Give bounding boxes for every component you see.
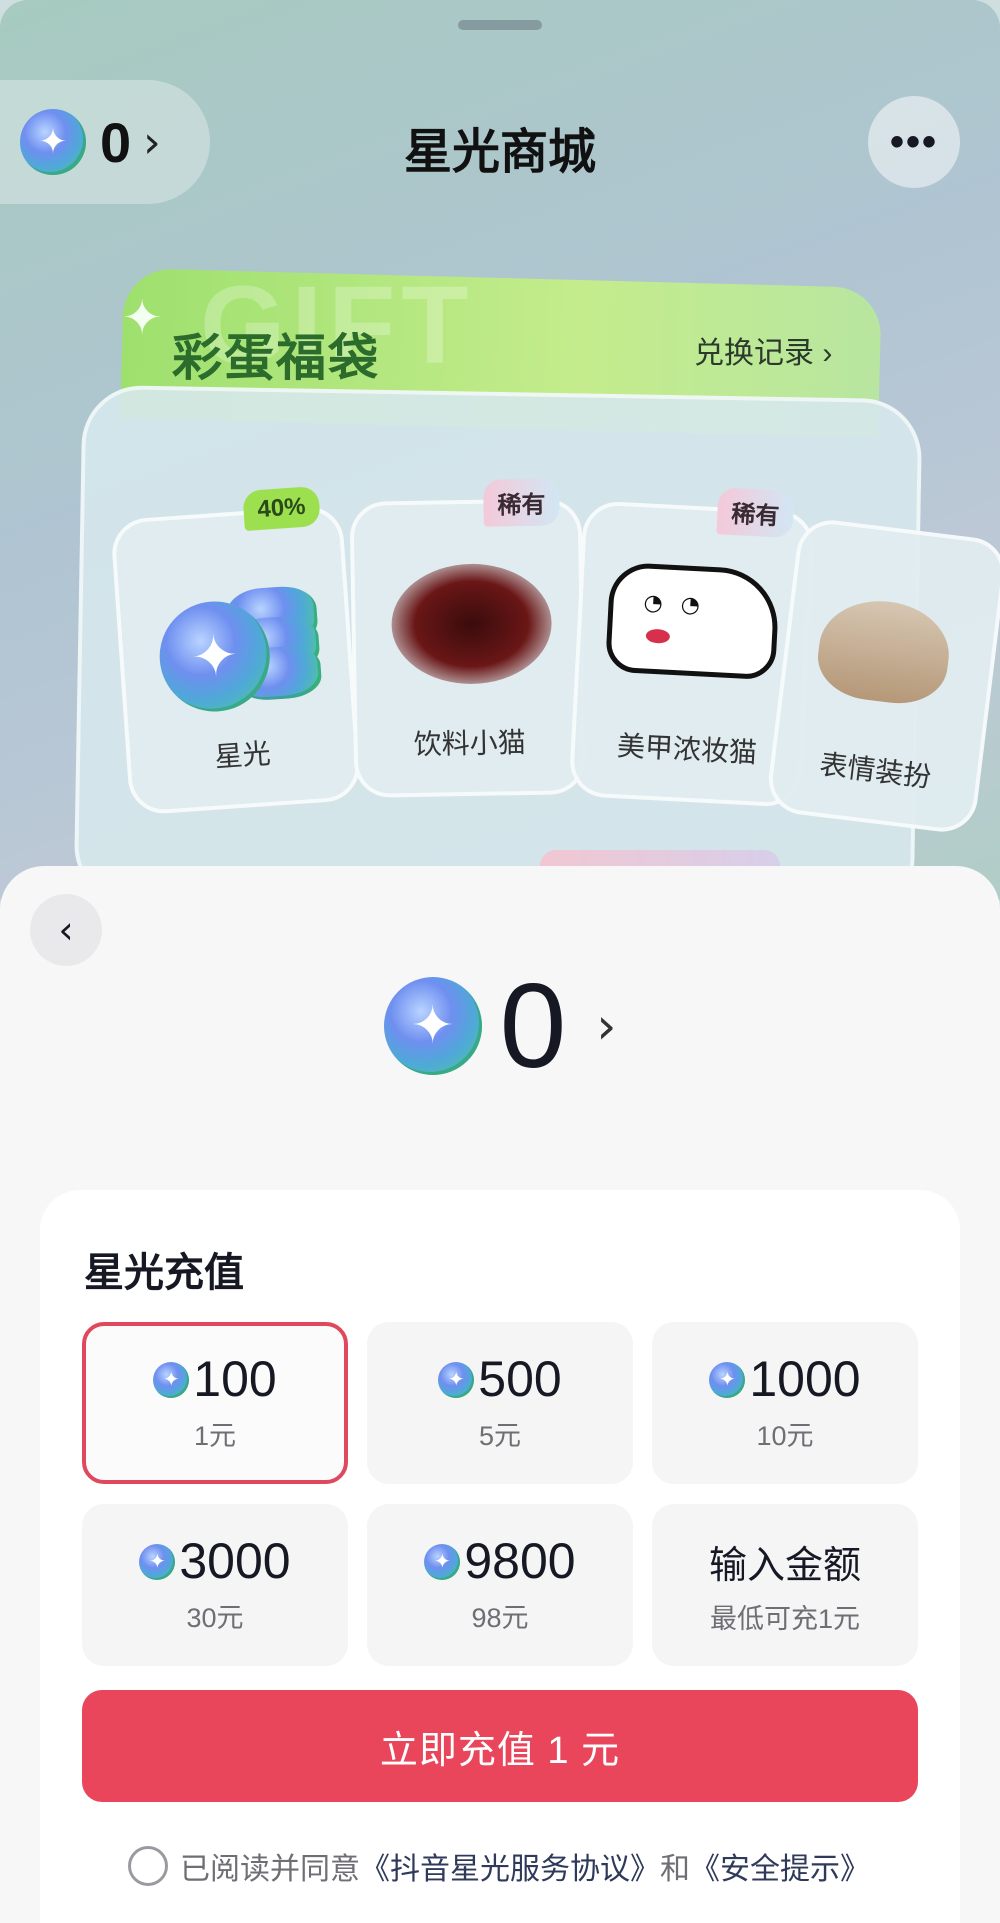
recharge-panel: 星光充值 ✦ 100 1元 ✦ 500 5元 ✦ 1000 10元 ✦ 3000 30元… bbox=[40, 1190, 960, 1923]
option-price: 30元 bbox=[186, 1602, 244, 1633]
recharge-option-3000[interactable]: ✦ 3000 30元 bbox=[82, 1504, 348, 1666]
gift-card-drink-cat[interactable]: 稀有 饮料小猫 bbox=[349, 478, 587, 799]
agreement-prefix: 已阅读并同意 bbox=[180, 1853, 360, 1886]
section-title: 星光充值 bbox=[84, 1251, 244, 1295]
recharge-option-100[interactable]: ✦ 100 1元 bbox=[82, 1322, 348, 1484]
option-price: 5元 bbox=[478, 1420, 522, 1451]
probability-badge: 40% bbox=[242, 485, 321, 532]
exchange-history-link[interactable]: 兑换记录 › bbox=[694, 328, 832, 372]
option-price: 10元 bbox=[756, 1420, 814, 1451]
star-coin-icon: ✦ bbox=[383, 977, 482, 1075]
more-options-button[interactable]: ••• bbox=[868, 96, 960, 188]
custom-amount-option[interactable]: 输入金额 最低可充1元 bbox=[652, 1504, 918, 1666]
option-amount: 9800 bbox=[464, 1533, 576, 1590]
nail-cat-image: ◔◔ bbox=[604, 561, 781, 681]
agreement-row: 已阅读并同意 《抖音星光服务协议》 和 《安全提示》 bbox=[128, 1844, 870, 1888]
star-balance-value: 0 bbox=[499, 959, 567, 1093]
service-agreement-link[interactable]: 《抖音星光服务协议》 bbox=[360, 1844, 660, 1888]
star-coin-icon: ✦ bbox=[709, 1361, 746, 1398]
star-store-page: ✦ 0 › 星光商城 ••• GIFT ✦ 彩蛋福袋 兑换记录 › 40% ✦ … bbox=[0, 0, 1000, 900]
chevron-right-icon: › bbox=[596, 997, 617, 1055]
gift-card-label: 表情装扮 bbox=[817, 748, 933, 793]
gift-card-starlight[interactable]: 40% ✦ 星光 bbox=[109, 485, 363, 816]
coin-stack-image: ✦ bbox=[155, 574, 324, 725]
option-amount: 1000 bbox=[749, 1351, 861, 1408]
option-amount: 500 bbox=[478, 1351, 562, 1408]
gift-card-sticker[interactable]: 表情装扮 bbox=[764, 516, 1000, 836]
sparkle-icon: ✦ bbox=[122, 290, 163, 346]
custom-amount-hint: 最低可充1元 bbox=[709, 1604, 861, 1634]
custom-amount-title: 输入金额 bbox=[708, 1545, 861, 1587]
gift-card-label: 美甲浓妆猫 bbox=[616, 730, 758, 769]
safety-tips-link[interactable]: 《安全提示》 bbox=[690, 1844, 870, 1888]
recharge-sheet: ‹ ✦ 0 › 星光充值 ✦ 100 1元 ✦ 500 5元 ✦ 1000 10元 ✦… bbox=[0, 866, 1000, 1923]
recharge-option-1000[interactable]: ✦ 1000 10元 bbox=[652, 1322, 918, 1484]
star-coin-icon: ✦ bbox=[139, 1543, 176, 1580]
option-amount: 3000 bbox=[179, 1533, 291, 1590]
agreement-middle: 和 bbox=[660, 1853, 690, 1886]
cat-sticker-image bbox=[813, 593, 955, 709]
recharge-now-button[interactable]: 立即充值 1 元 bbox=[82, 1690, 918, 1802]
gift-card-label: 星光 bbox=[213, 737, 272, 773]
recharge-option-9800[interactable]: ✦ 9800 98元 bbox=[367, 1504, 633, 1666]
rare-badge: 稀有 bbox=[716, 487, 795, 539]
agreement-checkbox[interactable] bbox=[128, 1846, 168, 1886]
star-coin-icon: ✦ bbox=[424, 1543, 461, 1580]
star-coin-icon: ✦ bbox=[153, 1361, 190, 1398]
gift-title: 彩蛋福袋 bbox=[172, 330, 380, 386]
sheet-grabber[interactable] bbox=[458, 20, 542, 30]
drink-cat-image bbox=[390, 562, 553, 686]
star-balance-display[interactable]: ✦ 0 › bbox=[0, 966, 1000, 1086]
gift-card-label: 饮料小猫 bbox=[413, 727, 526, 760]
star-coin-icon: ✦ bbox=[438, 1361, 475, 1398]
option-price: 1元 bbox=[193, 1420, 237, 1451]
back-button[interactable]: ‹ bbox=[30, 894, 102, 966]
recharge-option-500[interactable]: ✦ 500 5元 bbox=[367, 1322, 633, 1484]
option-amount: 100 bbox=[193, 1351, 277, 1408]
rare-badge: 稀有 bbox=[483, 478, 560, 527]
option-price: 98元 bbox=[471, 1602, 529, 1633]
page-title: 星光商城 bbox=[403, 126, 596, 179]
